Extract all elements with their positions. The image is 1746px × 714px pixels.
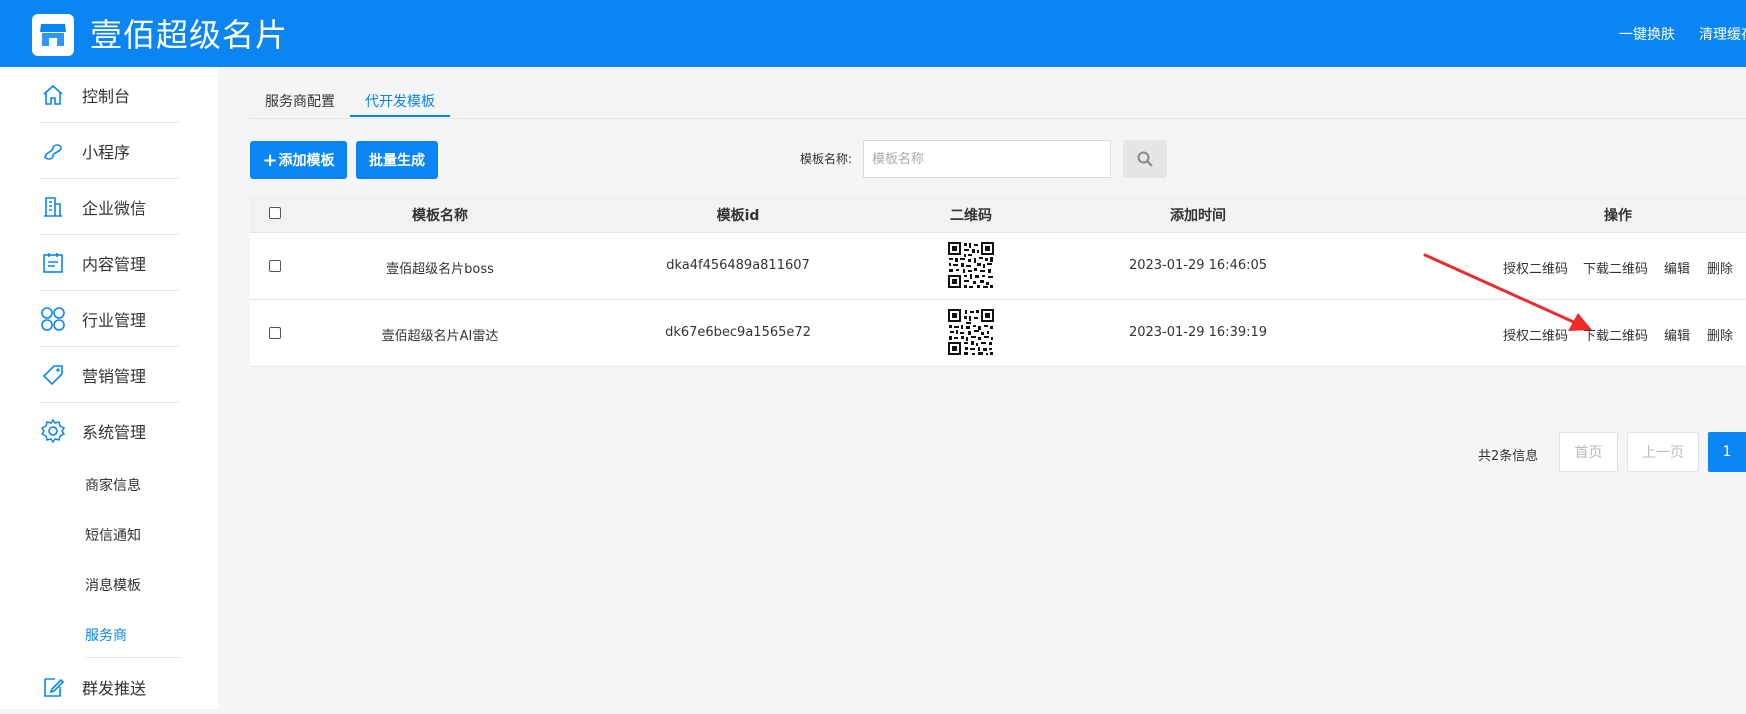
column-header: 操作 — [1604, 208, 1632, 224]
search-button[interactable] — [1123, 140, 1167, 178]
sidebar-sub-message-template[interactable]: 消息模板 — [85, 575, 141, 595]
edit-icon — [40, 674, 66, 700]
template-name-cell: 壹佰超级名片boss — [386, 262, 494, 277]
edit-link[interactable]: 编辑 — [1664, 325, 1690, 344]
current-page-button[interactable]: 1 — [1708, 432, 1746, 472]
qr-code-image — [947, 308, 995, 356]
sidebar-item-label: 控制台 — [82, 86, 131, 106]
sidebar-item-dashboard[interactable]: 控制台 — [40, 67, 180, 123]
delete-link[interactable]: 删除 — [1707, 258, 1733, 277]
template-id-cell: dka4f456489a811607 — [666, 258, 810, 273]
column-header: 模板名称 — [412, 208, 468, 224]
sidebar-item-system[interactable]: 系统管理 — [40, 403, 180, 458]
column-header: 二维码 — [950, 208, 992, 224]
sidebar-sub-sms-notice[interactable]: 短信通知 — [85, 525, 141, 545]
miniprogram-icon — [40, 138, 66, 164]
sidebar-item-label: 系统管理 — [82, 422, 147, 442]
clipboard-icon — [40, 250, 66, 276]
store-logo-icon — [32, 14, 74, 56]
template-name-search-input[interactable] — [863, 140, 1111, 178]
sidebar-item-label: 小程序 — [82, 142, 131, 162]
plus-icon: + — [262, 149, 278, 171]
column-header: 模板id — [716, 208, 760, 224]
tag-icon — [40, 362, 66, 388]
active-tab-indicator — [350, 115, 450, 117]
sidebar-item-label: 内容管理 — [82, 254, 147, 274]
sidebar-item-label: 营销管理 — [82, 366, 147, 386]
total-count: 共2条信息 — [1478, 449, 1539, 464]
delete-link[interactable]: 删除 — [1707, 325, 1733, 344]
sidebar-item-label: 企业微信 — [82, 198, 147, 218]
sidebar-item-mass-push[interactable]: 群发推送 — [40, 659, 180, 714]
sidebar-item-content[interactable]: 内容管理 — [40, 235, 180, 291]
first-page-button[interactable]: 首页 — [1559, 432, 1618, 472]
grid-icon — [40, 306, 66, 332]
sidebar-item-industry[interactable]: 行业管理 — [40, 291, 180, 347]
search-label: 模板名称: — [800, 152, 853, 166]
home-icon — [40, 82, 66, 108]
gear-icon — [40, 418, 66, 444]
template-id-cell: dk67e6bec9a1565e72 — [665, 325, 811, 340]
table-header: 模板名称 模板id 二维码 添加时间 操作 — [250, 195, 1746, 233]
sidebar: 控制台 小程序 企业微信 内容管理 行业管理 营销管理 系统管理 商家信息 短信… — [0, 67, 218, 709]
qr-code-image — [947, 241, 995, 289]
tab-dev-templates[interactable]: 代开发模板 — [365, 91, 435, 111]
added-time-cell: 2023-01-29 16:39:19 — [1128, 325, 1268, 340]
sidebar-divider — [85, 657, 180, 658]
app-title: 壹佰超级名片 — [90, 16, 289, 54]
sidebar-sub-merchant-info[interactable]: 商家信息 — [85, 475, 141, 495]
sidebar-sub-service-provider[interactable]: 服务商 — [85, 625, 127, 645]
search-icon — [1137, 151, 1153, 167]
skin-switch-link[interactable]: 一键换肤 — [1619, 24, 1675, 44]
added-time-cell: 2023-01-29 16:46:05 — [1128, 258, 1268, 273]
red-arrow-annotation — [1423, 253, 1592, 331]
building-icon — [40, 194, 66, 220]
prev-page-button[interactable]: 上一页 — [1627, 432, 1699, 472]
sidebar-item-marketing[interactable]: 营销管理 — [40, 347, 180, 403]
sidebar-item-wecom[interactable]: 企业微信 — [40, 179, 180, 235]
add-template-button[interactable]: + 添加模板 — [250, 141, 347, 179]
tab-bar: 服务商配置 代开发模板 — [250, 85, 1746, 119]
row-checkbox[interactable] — [269, 327, 281, 339]
tab-service-provider-config[interactable]: 服务商配置 — [265, 91, 335, 111]
sidebar-item-miniprogram[interactable]: 小程序 — [40, 123, 180, 179]
sidebar-item-label: 群发推送 — [82, 678, 147, 698]
sidebar-item-label: 行业管理 — [82, 310, 147, 330]
batch-generate-button[interactable]: 批量生成 — [356, 141, 438, 179]
select-all-checkbox[interactable] — [269, 207, 281, 219]
top-header: 壹佰超级名片 一键换肤 清理缓存 — [0, 0, 1746, 67]
template-name-cell: 壹佰超级名片AI雷达 — [381, 329, 499, 344]
column-header: 添加时间 — [1170, 208, 1226, 224]
row-checkbox[interactable] — [269, 260, 281, 272]
clear-cache-link[interactable]: 清理缓存 — [1699, 24, 1746, 44]
edit-link[interactable]: 编辑 — [1664, 258, 1690, 277]
